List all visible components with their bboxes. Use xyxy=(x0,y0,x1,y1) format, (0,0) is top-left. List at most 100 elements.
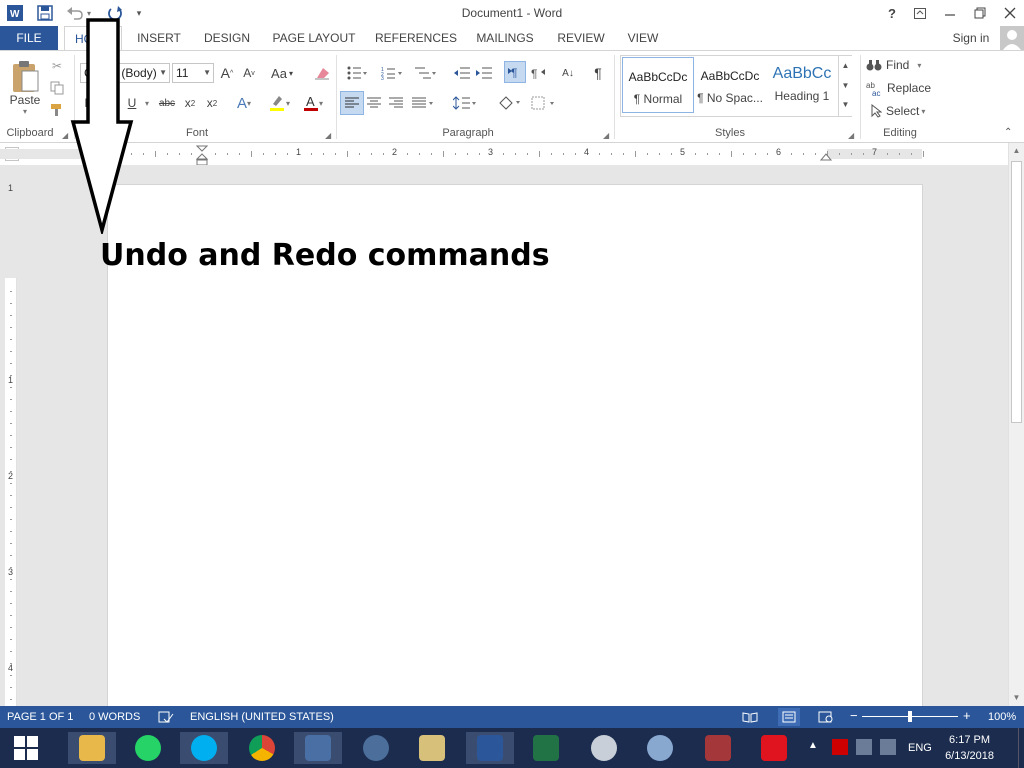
system-clock[interactable]: 6:17 PM 6/13/2018 xyxy=(945,732,994,764)
ltr-direction-icon[interactable]: ¶ xyxy=(504,61,526,83)
justify-icon[interactable] xyxy=(408,93,438,113)
align-right-icon[interactable] xyxy=(386,93,406,113)
chevron-up-icon[interactable]: ▲ xyxy=(839,56,852,76)
language-status[interactable]: ENGLISH (UNITED STATES) xyxy=(190,711,334,723)
clear-formatting-icon[interactable] xyxy=(312,63,332,83)
sort-icon[interactable]: A↓ xyxy=(558,63,578,83)
whatsapp-icon[interactable] xyxy=(124,732,172,764)
help-button[interactable]: ? xyxy=(880,2,904,24)
clipboard-launcher-icon[interactable]: ◢ xyxy=(62,131,68,140)
word-count[interactable]: 0 WORDS xyxy=(89,711,140,723)
font-launcher-icon[interactable]: ◢ xyxy=(325,131,331,140)
scroll-thumb[interactable] xyxy=(1011,161,1022,423)
tab-design[interactable]: DESIGN xyxy=(198,26,256,50)
multilevel-list-icon[interactable] xyxy=(412,63,440,83)
read-mode-icon[interactable] xyxy=(742,711,758,726)
tab-page-layout[interactable]: PAGE LAYOUT xyxy=(268,26,360,50)
paste-button[interactable]: Paste ▾ xyxy=(8,55,42,119)
zoom-slider-thumb[interactable] xyxy=(908,711,912,722)
windows-start-icon[interactable] xyxy=(2,732,50,764)
snipping-tool-icon[interactable] xyxy=(580,732,628,764)
copy-icon[interactable] xyxy=(48,79,66,97)
excel-icon[interactable] xyxy=(522,732,570,764)
word-taskbar-icon[interactable] xyxy=(466,732,514,764)
zoom-level[interactable]: 100% xyxy=(988,711,1016,723)
zoom-in-icon[interactable]: + xyxy=(963,708,971,723)
sign-in-link[interactable]: Sign in xyxy=(946,26,996,50)
horizontal-ruler[interactable]: 11234567 xyxy=(0,147,924,159)
tab-insert[interactable]: INSERT xyxy=(132,26,186,50)
tray-overflow-icon[interactable]: ▲ xyxy=(808,740,818,751)
file-explorer-icon[interactable] xyxy=(68,732,116,764)
app-icon[interactable] xyxy=(352,732,400,764)
highlight-icon[interactable]: ▾ xyxy=(264,93,294,113)
grow-font-icon[interactable]: A ^ xyxy=(218,63,236,83)
paint-icon[interactable] xyxy=(636,732,684,764)
access-icon[interactable] xyxy=(694,732,742,764)
shading-icon[interactable] xyxy=(494,93,524,113)
style-heading-1[interactable]: AaBbCc Heading 1 xyxy=(766,57,838,113)
network-icon[interactable] xyxy=(856,739,872,755)
web-layout-icon[interactable] xyxy=(818,711,834,726)
style-normal[interactable]: AaBbCcDc ¶ Normal xyxy=(622,57,694,113)
chevron-down-icon[interactable]: ▼ xyxy=(839,76,852,96)
vertical-scrollbar[interactable]: ▲ ▼ xyxy=(1008,143,1024,706)
more-styles-icon[interactable]: ▼ xyxy=(839,96,852,114)
shrink-font-icon[interactable]: Av xyxy=(240,63,258,83)
acrobat-icon[interactable] xyxy=(750,732,798,764)
cut-icon[interactable]: ✂ xyxy=(48,57,66,75)
page-count[interactable]: PAGE 1 OF 1 xyxy=(7,711,73,723)
select-button[interactable]: Select ▾ xyxy=(870,101,936,121)
format-painter-icon[interactable] xyxy=(48,101,66,119)
input-language[interactable]: ENG xyxy=(908,742,932,754)
subscript-icon[interactable]: x2 xyxy=(180,93,200,113)
decrease-indent-icon[interactable] xyxy=(452,63,472,83)
line-spacing-icon[interactable] xyxy=(450,93,480,113)
volume-muted-icon[interactable] xyxy=(880,739,896,755)
rtl-direction-icon[interactable]: ¶ xyxy=(528,63,548,83)
tab-references[interactable]: REFERENCES xyxy=(372,26,460,50)
document-heading[interactable]: Undo and Redo commands xyxy=(100,238,550,273)
bullets-icon[interactable] xyxy=(344,63,370,83)
change-case-button[interactable]: Aa ▾ xyxy=(266,63,298,83)
tab-review[interactable]: REVIEW xyxy=(552,26,610,50)
borders-icon[interactable] xyxy=(528,93,558,113)
align-center-icon[interactable] xyxy=(364,93,384,113)
media-player-icon[interactable] xyxy=(294,732,342,764)
superscript-icon[interactable]: x2 xyxy=(202,93,222,113)
ribbon-display-options-icon[interactable] xyxy=(908,2,932,24)
align-left-icon[interactable] xyxy=(340,91,364,115)
print-layout-icon[interactable] xyxy=(778,708,800,726)
tray-flag-icon[interactable] xyxy=(832,739,848,755)
tab-view[interactable]: VIEW xyxy=(620,26,666,50)
app-icon[interactable] xyxy=(408,732,456,764)
paragraph-launcher-icon[interactable]: ◢ xyxy=(603,131,609,140)
style-no-spacing[interactable]: AaBbCcDc ¶ No Spac... xyxy=(694,57,766,113)
underline-dropdown-icon[interactable]: ▾ xyxy=(142,93,152,113)
font-color-icon[interactable]: A ▾ xyxy=(298,93,328,113)
strikethrough-icon[interactable]: abc xyxy=(156,93,178,113)
vertical-ruler[interactable]: 1 1 2 3 4 xyxy=(5,183,17,706)
proofing-icon[interactable] xyxy=(158,711,174,726)
collapse-ribbon-icon[interactable]: ⌃ xyxy=(1004,127,1012,138)
close-icon[interactable] xyxy=(998,2,1022,24)
increase-indent-icon[interactable] xyxy=(474,63,494,83)
styles-launcher-icon[interactable]: ◢ xyxy=(848,131,854,140)
tab-mailings[interactable]: MAILINGS xyxy=(470,26,540,50)
chrome-icon[interactable] xyxy=(238,732,286,764)
restore-icon[interactable] xyxy=(968,2,992,24)
text-effects-icon[interactable]: A ▾ xyxy=(232,93,256,113)
show-desktop-button[interactable] xyxy=(1018,728,1024,768)
zoom-out-icon[interactable]: − xyxy=(850,708,858,723)
scroll-down-icon[interactable]: ▼ xyxy=(1009,690,1024,706)
right-indent-icon[interactable] xyxy=(819,151,833,165)
skype-icon[interactable] xyxy=(180,732,228,764)
replace-button[interactable]: ab ac Replace xyxy=(866,78,932,98)
user-avatar-icon[interactable] xyxy=(1000,26,1024,50)
minimize-icon[interactable] xyxy=(938,2,962,24)
find-button[interactable]: Find ▾ xyxy=(866,55,932,75)
scroll-up-icon[interactable]: ▲ xyxy=(1009,143,1024,159)
font-size-combo[interactable]: 11 ▼ xyxy=(172,63,214,83)
tab-file[interactable]: FILE xyxy=(0,26,58,50)
numbering-icon[interactable]: 123 xyxy=(378,63,406,83)
